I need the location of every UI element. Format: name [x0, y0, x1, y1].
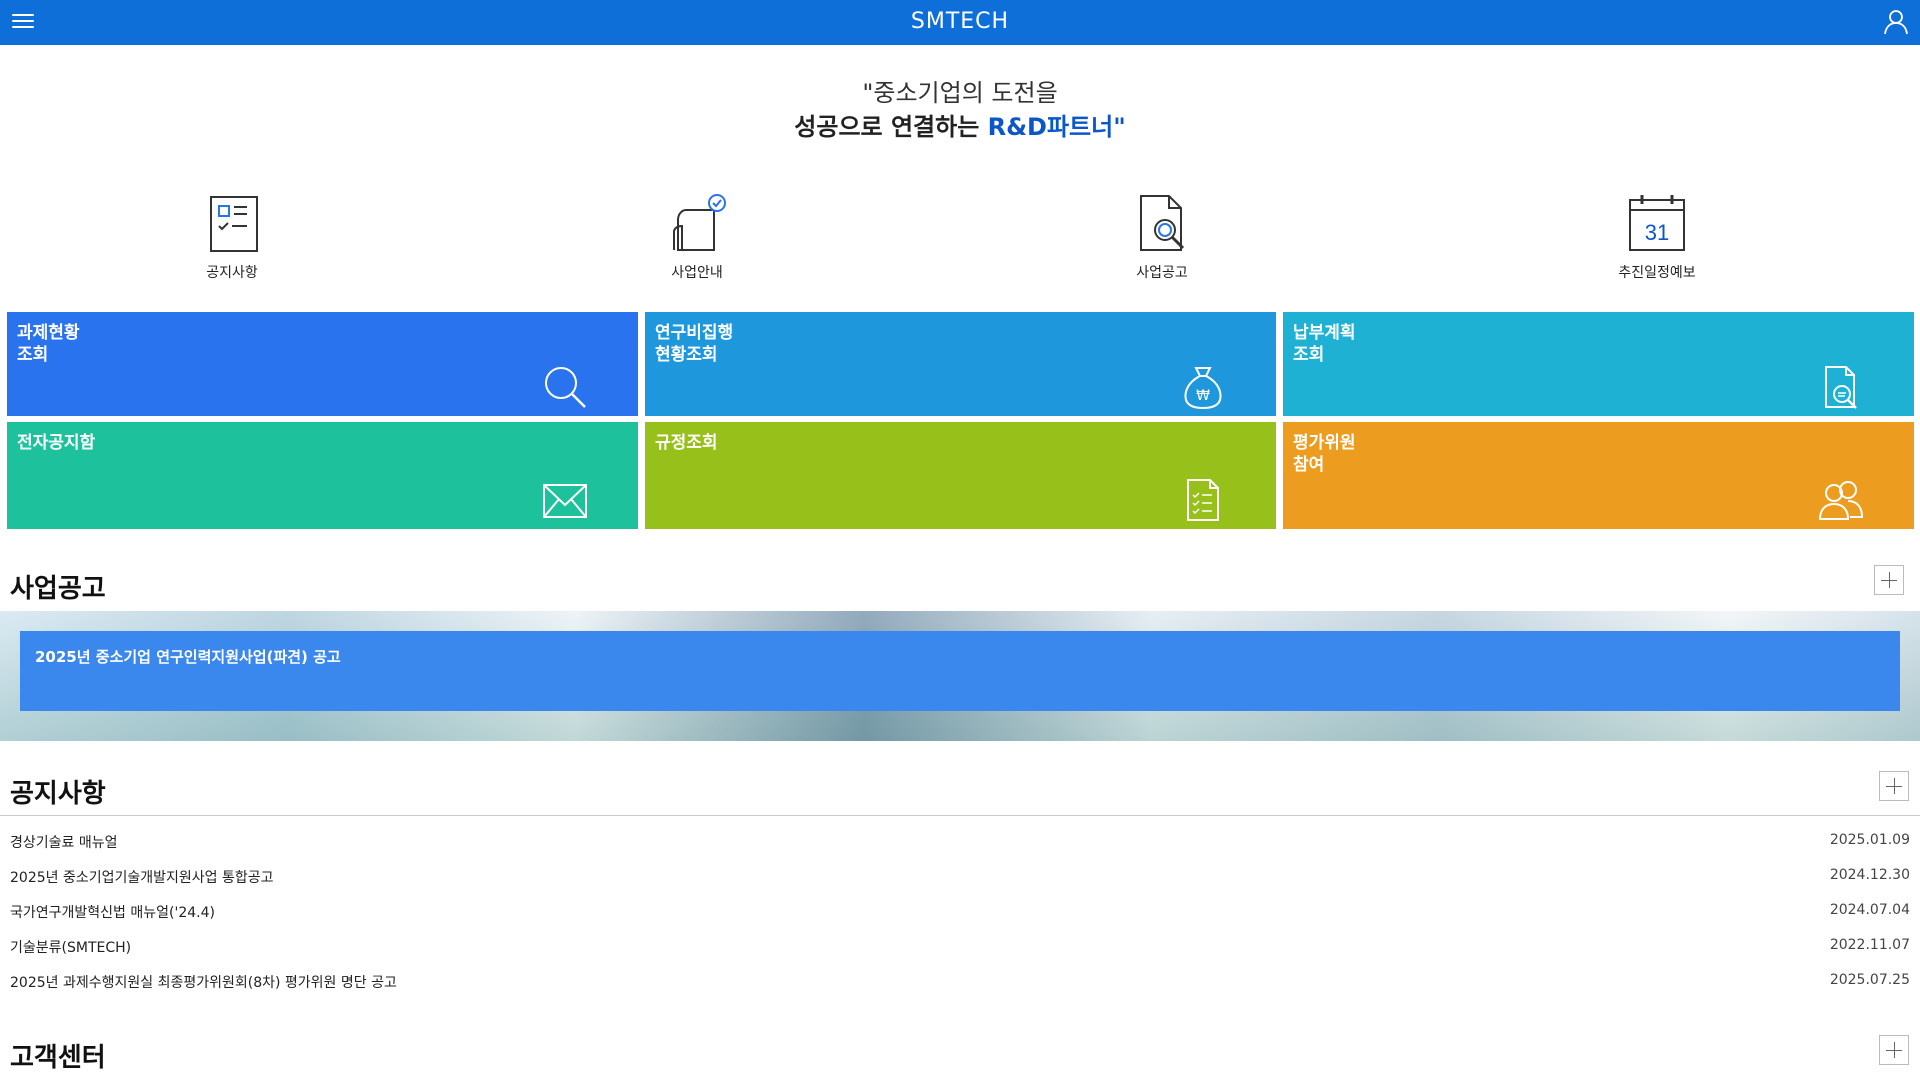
- business-notice-title: 사업공고: [10, 574, 106, 604]
- tile-payment-plan[interactable]: 납부계획 조회: [1283, 312, 1914, 416]
- notices-divider: [0, 815, 1920, 816]
- search-icon: [545, 367, 586, 408]
- checklist-document-icon: [1187, 479, 1219, 521]
- tile-evaluator-participation[interactable]: 평가위원 참여: [1283, 422, 1914, 529]
- quick-item-notice[interactable]: 공지사항: [132, 192, 332, 282]
- slogan-line2: 성공으로 연결하는 R&D파트너": [0, 110, 1920, 144]
- tile-label: 전자공지함: [17, 433, 96, 453]
- list-item[interactable]: 경상기술료 매뉴얼 2025.01.09: [0, 825, 1920, 860]
- business-notice-item-title: 2025년 중소기업 연구인력지원사업(파견) 공고: [35, 648, 341, 666]
- customer-center-more-button[interactable]: [1879, 1035, 1909, 1065]
- svg-text:₩: ₩: [1196, 388, 1210, 404]
- notices-title: 공지사항: [10, 779, 106, 809]
- quick-item-business-guide[interactable]: 사업안내: [597, 192, 797, 282]
- app-title: SMTECH: [910, 9, 1010, 34]
- quick-item-schedule[interactable]: 31 추진일정예보: [1557, 192, 1757, 282]
- business-notice-item[interactable]: 2025년 중소기업 연구인력지원사업(파견) 공고: [20, 631, 1900, 711]
- user-icon[interactable]: [1882, 8, 1910, 36]
- notice-date: 2024.07.04: [1829, 902, 1910, 918]
- document-search-icon: [1825, 366, 1857, 409]
- people-icon: [1818, 481, 1864, 520]
- notice-title: 국가연구개발혁신법 매뉴얼('24.4): [10, 905, 215, 921]
- quick-item-label: 공지사항: [206, 265, 258, 281]
- quick-item-business-notice[interactable]: 사업공고: [1062, 192, 1262, 282]
- notice-date: 2022.11.07: [1829, 937, 1910, 953]
- list-item[interactable]: 기술분류(SMTECH) 2022.11.07: [0, 930, 1920, 965]
- document-search-icon: [1140, 195, 1185, 251]
- quick-item-label: 추진일정예보: [1618, 265, 1696, 281]
- tile-label: 과제현황 조회: [17, 323, 80, 365]
- tile-regulations[interactable]: 규정조회: [645, 422, 1276, 529]
- list-item[interactable]: 2025년 과제수행지원실 최종평가위원회(8차) 평가위원 명단 공고 202…: [0, 965, 1920, 1000]
- tile-research-fund[interactable]: 연구비집행 현황조회 ₩: [645, 312, 1276, 416]
- notice-title: 경상기술료 매뉴얼: [10, 835, 118, 851]
- notice-title: 2025년 과제수행지원실 최종평가위원회(8차) 평가위원 명단 공고: [10, 975, 397, 991]
- business-notice-banner: 2025년 중소기업 연구인력지원사업(파견) 공고: [0, 611, 1920, 741]
- notices-more-button[interactable]: [1879, 771, 1909, 801]
- list-item[interactable]: 국가연구개발혁신법 매뉴얼('24.4) 2024.07.04: [0, 895, 1920, 930]
- checklist-icon: [210, 196, 258, 252]
- top-bar: SMTECH: [0, 0, 1920, 45]
- notice-date: 2024.12.30: [1829, 867, 1910, 883]
- calendar-day-text: 31: [1645, 220, 1669, 245]
- tile-electronic-notice[interactable]: 전자공지함: [7, 422, 638, 529]
- notice-date: 2025.07.25: [1829, 972, 1910, 988]
- service-tiles: 과제현황 조회 연구비집행 현황조회 ₩ 납부계획 조회 전자공지함 규정조회 …: [7, 312, 1914, 529]
- tile-project-status[interactable]: 과제현황 조회: [7, 312, 638, 416]
- tablet-check-icon: [673, 194, 726, 251]
- slogan-line2-prefix: 성공으로 연결하는: [794, 113, 988, 141]
- mail-icon: [543, 484, 587, 518]
- business-notice-more-button[interactable]: [1874, 565, 1904, 595]
- tile-label: 규정조회: [655, 433, 718, 453]
- quick-item-label: 사업안내: [671, 265, 723, 281]
- quick-item-label: 사업공고: [1136, 265, 1188, 281]
- tile-label: 연구비집행 현황조회: [655, 323, 734, 365]
- notice-title: 기술분류(SMTECH): [10, 940, 132, 956]
- slogan-accent: R&D파트너": [987, 113, 1126, 141]
- notice-date: 2025.01.09: [1829, 832, 1910, 848]
- slogan-line1: "중소기업의 도전을: [862, 79, 1058, 107]
- notice-title: 2025년 중소기업기술개발지원사업 통합공고: [10, 870, 274, 886]
- money-bag-icon: ₩: [1184, 367, 1222, 410]
- tile-label: 납부계획 조회: [1293, 323, 1356, 365]
- customer-center-title: 고객센터: [10, 1043, 106, 1073]
- tile-label: 평가위원 참여: [1293, 433, 1356, 475]
- quick-menu: 공지사항 사업안내 사업공고 31 추진일정예보: [0, 192, 1920, 292]
- list-item[interactable]: 2025년 중소기업기술개발지원사업 통합공고 2024.12.30: [0, 860, 1920, 895]
- calendar-icon: 31: [1629, 195, 1685, 251]
- notice-list: 경상기술료 매뉴얼 2025.01.09 2025년 중소기업기술개발지원사업 …: [0, 825, 1920, 1000]
- slogan: "중소기업의 도전을 성공으로 연결하는 R&D파트너": [0, 76, 1920, 144]
